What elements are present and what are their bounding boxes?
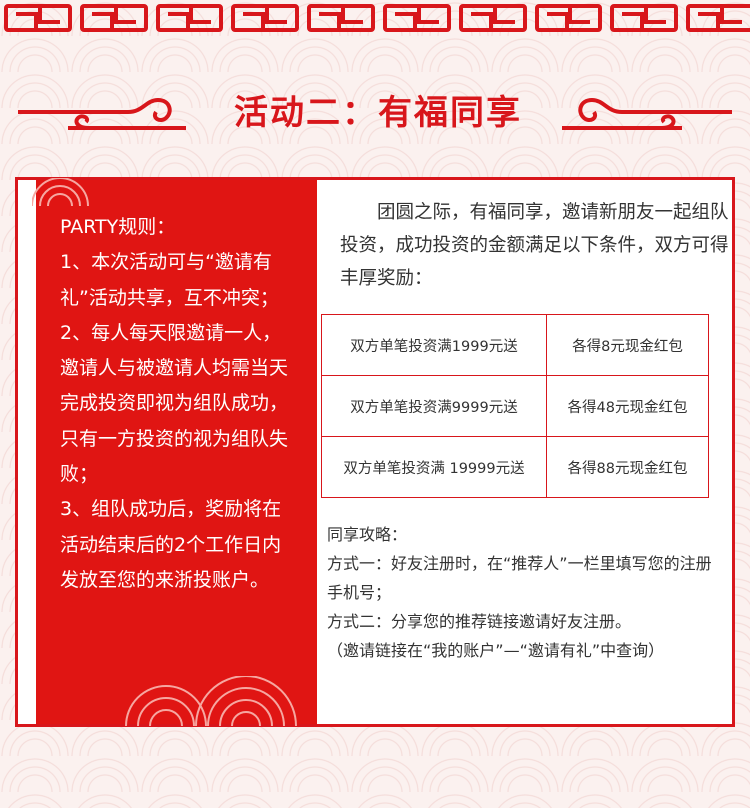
details-column: 团圆之际，有福同享，邀请新朋友一起组队投资，成功投资的金额满足以下条件，双方可得… bbox=[317, 180, 732, 724]
reward-cell: 各得48元现金红包 bbox=[546, 375, 709, 437]
rule-item: 2、每人每天限邀请一人，邀请人与被邀请人均需当天完成投资即视为组队成功，只有一方… bbox=[60, 321, 289, 486]
reward-table: 双方单笔投资满1999元送 各得8元现金红包 双方单笔投资满9999元送 各得4… bbox=[321, 314, 709, 498]
rules-column: PARTY规则： 1、本次活动可与“邀请有礼”活动共享，互不冲突； 2、每人每天… bbox=[32, 178, 317, 726]
meander-pattern bbox=[307, 4, 375, 32]
condition-cell: 双方单笔投资满 19999元送 bbox=[321, 436, 547, 498]
title-row: 活动二：有福同享 bbox=[0, 88, 750, 138]
rules-heading: PARTY规则： bbox=[60, 216, 176, 238]
table-row: 双方单笔投资满9999元送 各得48元现金红包 bbox=[321, 375, 709, 437]
rule-item: 3、组队成功后，奖励将在活动结束后的2个工作日内发放至您的来浙投账户。 bbox=[60, 498, 282, 591]
meander-pattern bbox=[382, 4, 451, 32]
rule-item: 1、本次活动可与“邀请有礼”活动共享，互不冲突； bbox=[60, 251, 279, 309]
strategy-line: 方式一：好友注册时，在“推荐人”一栏里填写您的注册手机号； bbox=[327, 554, 712, 602]
strategy-line: 方式二：分享您的推荐链接邀请好友注册。 bbox=[327, 612, 632, 631]
meander-pattern bbox=[534, 4, 603, 32]
table-row: 双方单笔投资满1999元送 各得8元现金红包 bbox=[321, 314, 709, 376]
meander-pattern bbox=[458, 4, 527, 32]
wave-pattern-bottom bbox=[15, 727, 735, 808]
intro-text: 团圆之际，有福同享，邀请新朋友一起组队投资，成功投资的金额满足以下条件，双方可得… bbox=[340, 202, 729, 289]
meander-pattern bbox=[610, 4, 679, 32]
scroll-ornament-left bbox=[18, 97, 186, 130]
meander-border bbox=[0, 0, 750, 36]
cloud-pattern-bottom bbox=[125, 676, 297, 726]
reward-cell: 各得8元现金红包 bbox=[546, 314, 709, 376]
meander-pattern bbox=[231, 4, 300, 32]
strategy-text: 同享攻略： 方式一：好友注册时，在“推荐人”一栏里填写您的注册手机号； 方式二：… bbox=[327, 520, 722, 665]
table-row: 双方单笔投资满 19999元送 各得88元现金红包 bbox=[321, 436, 709, 498]
meander-pattern bbox=[4, 4, 72, 32]
strategy-line: （邀请链接在“我的账户”—“邀请有礼”中查询） bbox=[327, 641, 665, 660]
scroll-ornament-right bbox=[562, 97, 732, 130]
page-title: 活动二：有福同享 bbox=[234, 93, 522, 133]
condition-cell: 双方单笔投资满9999元送 bbox=[321, 375, 547, 437]
rules-text: PARTY规则： 1、本次活动可与“邀请有礼”活动共享，互不冲突； 2、每人每天… bbox=[60, 210, 290, 598]
meander-pattern bbox=[686, 4, 750, 32]
cloud-pattern-top bbox=[32, 178, 89, 207]
activity-panel: PARTY规则： 1、本次活动可与“邀请有礼”活动共享，互不冲突； 2、每人每天… bbox=[15, 177, 735, 727]
condition-cell: 双方单笔投资满1999元送 bbox=[321, 314, 547, 376]
reward-cell: 各得88元现金红包 bbox=[546, 436, 709, 498]
meander-pattern bbox=[79, 4, 148, 32]
meander-pattern bbox=[155, 4, 224, 32]
strategy-heading: 同享攻略： bbox=[327, 525, 408, 544]
